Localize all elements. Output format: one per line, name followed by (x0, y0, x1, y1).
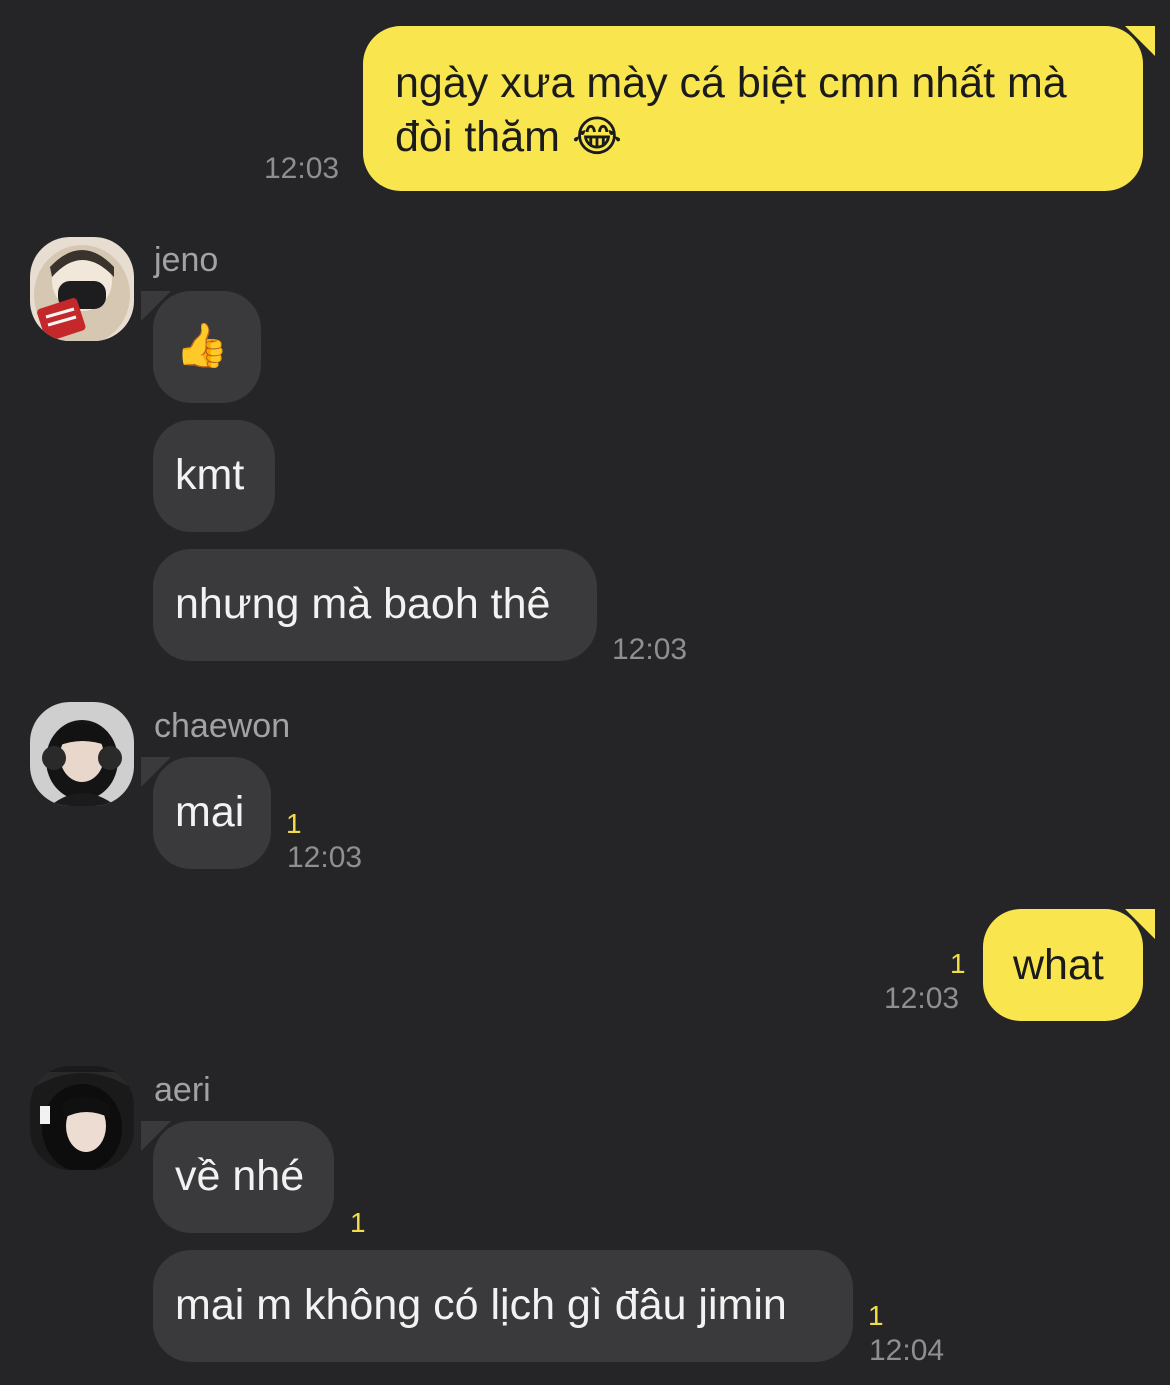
avatar-chaewon[interactable] (30, 702, 134, 806)
message-text: kmt (175, 451, 245, 499)
unread-count: 1 (868, 1300, 884, 1331)
incoming-message-bubble[interactable]: mai (141, 757, 271, 869)
sender-name: jeno (154, 241, 219, 279)
message-time: 12:03 (287, 841, 363, 874)
unread-count: 1 (286, 808, 302, 839)
incoming-message-bubble[interactable]: mai m không có lịch gì đâu jimin (153, 1250, 853, 1362)
message-time: 12:03 (612, 633, 688, 666)
sender-name: aeri (154, 1071, 211, 1109)
incoming-message-bubble[interactable]: 👍 (141, 291, 261, 403)
message-text: về nhé (175, 1152, 305, 1200)
incoming-message-bubble[interactable]: nhưng mà baoh thê (153, 549, 597, 661)
message-text: ngày xưa mày cá biệt cmn nhất mà (395, 59, 1067, 107)
message-text: nhưng mà baoh thê (175, 580, 551, 628)
message-time: 12:03 (264, 152, 340, 185)
incoming-message-bubble[interactable]: kmt (153, 420, 275, 532)
avatar-aeri[interactable] (30, 1066, 134, 1170)
sender-name: chaewon (154, 707, 291, 745)
message-text: mai (175, 788, 245, 836)
unread-count: 1 (350, 1207, 366, 1238)
incoming-message-bubble[interactable]: về nhé (141, 1121, 334, 1233)
message-text: mai m không có lịch gì đâu jimin (175, 1281, 787, 1329)
message-time: 12:04 (869, 1334, 945, 1367)
message-text-line2: đòi thăm 😂 (395, 112, 623, 162)
unread-count: 1 (950, 948, 966, 979)
tears-of-joy-emoji-icon: 😂 (571, 112, 623, 162)
thumbs-up-emoji-icon: 👍 (175, 321, 229, 371)
outgoing-message-bubble[interactable]: what (983, 909, 1155, 1021)
chat-room: 12:03 ngày xưa mày cá biệt cmn nhất mà đ… (0, 0, 1170, 1385)
outgoing-message-bubble[interactable]: ngày xưa mày cá biệt cmn nhất mà đòi thă… (363, 26, 1155, 191)
avatar-jeno[interactable] (30, 237, 134, 341)
message-time: 12:03 (884, 982, 960, 1015)
message-text: what (1013, 941, 1104, 989)
